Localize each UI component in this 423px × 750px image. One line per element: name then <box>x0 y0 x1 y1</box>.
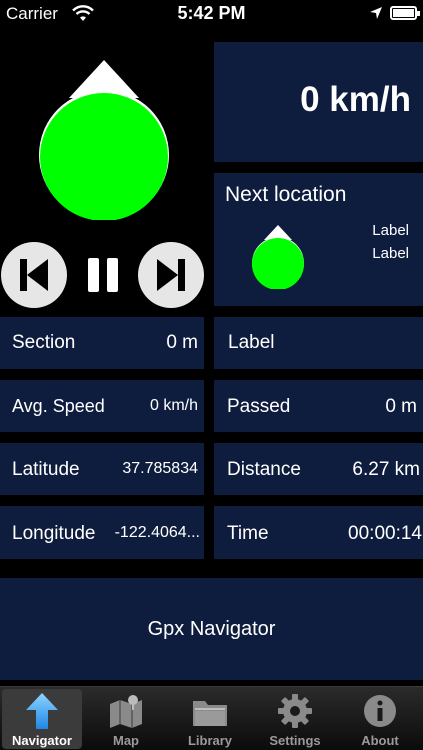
speed-panel: 0 km/h <box>214 42 423 162</box>
time-cell: Time 00:00:14 <box>214 506 423 559</box>
tab-bar: Navigator Map Library Settings About <box>0 686 423 750</box>
playback-controls <box>0 240 210 310</box>
next-location-title: Next location <box>225 183 347 206</box>
tab-library-label: Library <box>187 733 233 748</box>
latitude-value: 37.785834 <box>122 460 198 477</box>
tab-about[interactable]: About <box>340 689 420 749</box>
tab-library[interactable]: Library <box>170 689 250 749</box>
skip-forward-icon <box>157 259 185 291</box>
map-icon <box>110 695 142 728</box>
app-banner: Gpx Navigator <box>0 578 423 680</box>
avg-speed-cell: Avg. Speed 0 km/h <box>0 380 204 432</box>
tab-settings-label: Settings <box>269 733 321 748</box>
route-label: Label <box>228 332 275 353</box>
passed-cell: Passed 0 m <box>214 380 423 432</box>
speed-value: 0 km/h <box>300 80 411 119</box>
tab-map[interactable]: Map <box>86 689 166 749</box>
pause-button[interactable] <box>86 258 120 292</box>
next-location-label-1: Label <box>372 222 409 239</box>
folder-icon <box>193 701 227 726</box>
tab-navigator-label: Navigator <box>12 733 72 748</box>
latitude-cell: Latitude 37.785834 <box>0 443 204 495</box>
status-bar: Carrier 5:42 PM <box>0 0 423 28</box>
skip-back-icon <box>20 259 48 291</box>
next-button[interactable] <box>138 242 204 308</box>
distance-cell: Distance 6.27 km <box>214 443 423 495</box>
direction-compass <box>39 60 169 220</box>
info-icon <box>364 695 396 727</box>
section-label: Section <box>12 332 76 353</box>
compass-pointer <box>69 60 139 98</box>
next-location-panel: Next location Label Label <box>214 173 423 306</box>
previous-button[interactable] <box>1 242 67 308</box>
latitude-label: Latitude <box>12 459 80 480</box>
longitude-cell: Longitude -122.4064... <box>0 506 204 559</box>
next-location-compass <box>252 225 304 289</box>
gear-icon <box>278 694 312 728</box>
avg-speed-value: 0 km/h <box>149 397 198 414</box>
longitude-value: -122.4064... <box>114 524 200 541</box>
time-label: Time <box>227 523 269 544</box>
tab-map-label: Map <box>113 733 139 748</box>
passed-label: Passed <box>227 396 291 417</box>
battery-icon <box>390 6 420 20</box>
clock: 5:42 PM <box>177 3 246 23</box>
location-arrow-icon <box>370 7 382 19</box>
avg-speed-label: Avg. Speed <box>12 396 105 416</box>
tab-settings[interactable]: Settings <box>255 689 335 749</box>
distance-label: Distance <box>227 459 301 480</box>
app-name: Gpx Navigator <box>147 618 276 640</box>
passed-value: 0 m <box>385 396 417 417</box>
route-label-cell: Label <box>214 317 423 369</box>
compass-dot <box>40 93 168 220</box>
tab-about-label: About <box>361 733 399 748</box>
tab-navigator[interactable]: Navigator <box>2 689 82 749</box>
distance-value: 6.27 km <box>352 459 420 480</box>
next-location-label-2: Label <box>372 245 409 262</box>
section-value: 0 m <box>166 332 198 353</box>
longitude-label: Longitude <box>12 523 96 544</box>
section-cell: Section 0 m <box>0 317 204 369</box>
time-value: 00:00:14 <box>348 523 422 544</box>
arrow-up-icon <box>26 693 58 729</box>
